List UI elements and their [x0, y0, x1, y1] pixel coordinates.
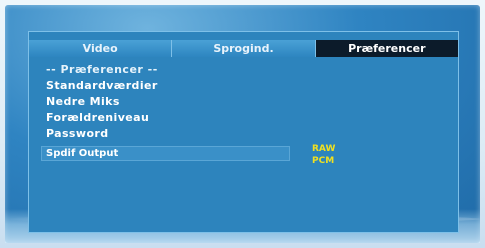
menu-item-password[interactable]: Password [46, 127, 109, 140]
tv-screen: Video Sprogind. Præferencer -- Præferenc… [5, 5, 480, 243]
menu-item-parental-level[interactable]: Forældreniveau [46, 111, 149, 124]
tab-video[interactable]: Video [29, 40, 173, 57]
settings-panel: Video Sprogind. Præferencer -- Præferenc… [28, 31, 459, 233]
section-title: -- Præferencer -- [46, 63, 158, 76]
menu-item-defaults[interactable]: Standardværdier [46, 79, 158, 92]
spdif-option-pcm[interactable]: PCM [312, 156, 334, 166]
tab-bar: Video Sprogind. Præferencer [29, 40, 458, 57]
tab-language[interactable]: Sprogind. [172, 40, 316, 57]
tab-preferences[interactable]: Præferencer [315, 40, 458, 57]
spdif-output-row[interactable]: Spdif Output [41, 146, 290, 161]
spdif-output-label: Spdif Output [46, 148, 119, 159]
menu-item-downmix[interactable]: Nedre Miks [46, 95, 120, 108]
spdif-option-raw[interactable]: RAW [312, 144, 335, 154]
